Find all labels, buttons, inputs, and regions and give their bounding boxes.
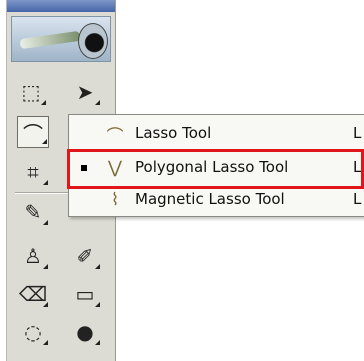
- menu-item-polygonal-lasso-tool[interactable]: ⋁ Polygonal Lasso Tool L: [69, 153, 364, 183]
- rectangular-marquee-tool-icon[interactable]: ⬚: [15, 76, 47, 108]
- magnetic-lasso-icon: ⌇: [110, 190, 120, 210]
- lasso-icon: ⌒: [106, 126, 124, 147]
- menu-item-shortcut: L: [353, 190, 362, 208]
- eye-icon: [78, 23, 108, 59]
- gradient-tool-icon[interactable]: ▭: [69, 278, 101, 310]
- eraser-tool-icon[interactable]: ⌫: [17, 278, 49, 310]
- feather-icon: [19, 30, 81, 50]
- polygonal-lasso-icon: ⋁: [108, 158, 122, 178]
- healing-brush-tool-icon[interactable]: ✎: [17, 196, 49, 228]
- menu-item-lasso-tool[interactable]: ⌒ Lasso Tool L: [69, 119, 364, 149]
- lasso-tools-flyout-menu: ⌒ Lasso Tool L ⋁ Polygonal Lasso Tool L …: [68, 114, 364, 217]
- lasso-tool-icon[interactable]: ⌒: [17, 116, 49, 148]
- toolbox-title-bar[interactable]: [7, 0, 115, 12]
- menu-item-label: Magnetic Lasso Tool: [135, 190, 285, 208]
- crop-tool-icon[interactable]: ⌗: [17, 156, 49, 188]
- menu-item-shortcut: L: [353, 158, 362, 176]
- dodge-tool-icon[interactable]: ●: [69, 316, 101, 348]
- menu-item-magnetic-lasso-tool[interactable]: ⌇ Magnetic Lasso Tool L: [69, 185, 364, 215]
- clone-stamp-tool-icon[interactable]: ♙: [17, 240, 49, 272]
- menu-item-label: Polygonal Lasso Tool: [135, 158, 289, 176]
- move-tool-icon[interactable]: ➤: [69, 76, 101, 108]
- menu-item-label: Lasso Tool: [135, 124, 212, 142]
- menu-item-shortcut: L: [353, 124, 362, 142]
- selected-bullet-icon: [81, 165, 87, 171]
- blur-tool-icon[interactable]: ◌: [17, 316, 49, 348]
- history-brush-tool-icon[interactable]: ✐: [69, 240, 101, 272]
- toolbox-header-logo[interactable]: [11, 16, 111, 62]
